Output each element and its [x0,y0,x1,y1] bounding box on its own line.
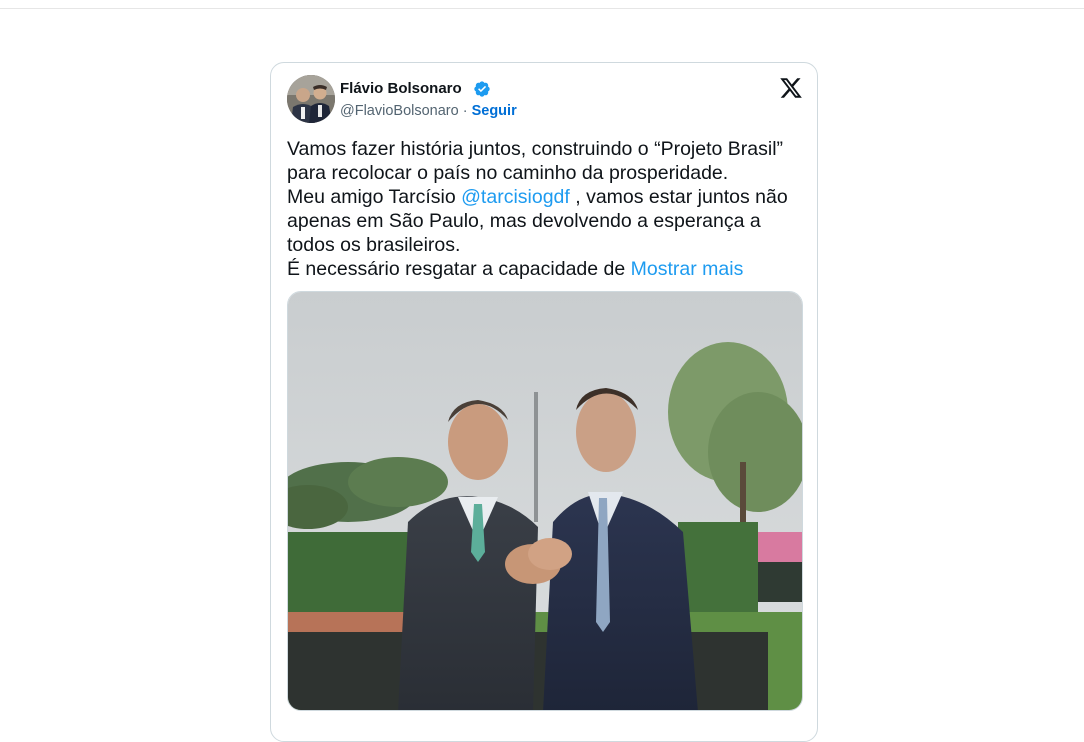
separator: · [458,103,472,119]
avatar[interactable] [287,75,335,123]
tweet-header: Flávio Bolsonaro @FlavioBolsonaro · Segu… [287,75,803,123]
author-handle-line: @FlavioBolsonaro · Seguir [340,103,517,119]
avatar-image [287,75,335,123]
text-segment: Meu amigo Tarcísio [287,186,462,208]
tweet-photo[interactable] [287,291,803,711]
x-logo-icon[interactable] [779,76,803,100]
follow-button[interactable]: Seguir [472,103,517,119]
top-divider [0,8,1084,9]
tweet-paragraph-2: Meu amigo Tarcísio @tarcisiogdf , vamos … [287,185,807,257]
show-more-link[interactable]: Mostrar mais [631,258,744,280]
tweet-embed-card[interactable]: Flávio Bolsonaro @FlavioBolsonaro · Segu… [270,62,818,742]
tweet-text: Vamos fazer história juntos, construindo… [287,137,807,281]
tweet-paragraph-3: É necessário resgatar a capacidade de Mo… [287,257,807,281]
text-segment: É necessário resgatar a capacidade de [287,258,631,280]
author-handle[interactable]: @FlavioBolsonaro [340,103,459,119]
tweet-paragraph-1: Vamos fazer história juntos, construindo… [287,138,784,184]
verified-badge-icon [474,81,490,97]
photo-image [288,292,802,710]
author-name[interactable]: Flávio Bolsonaro [340,80,462,97]
mention-link[interactable]: @tarcisiogdf [461,186,570,208]
